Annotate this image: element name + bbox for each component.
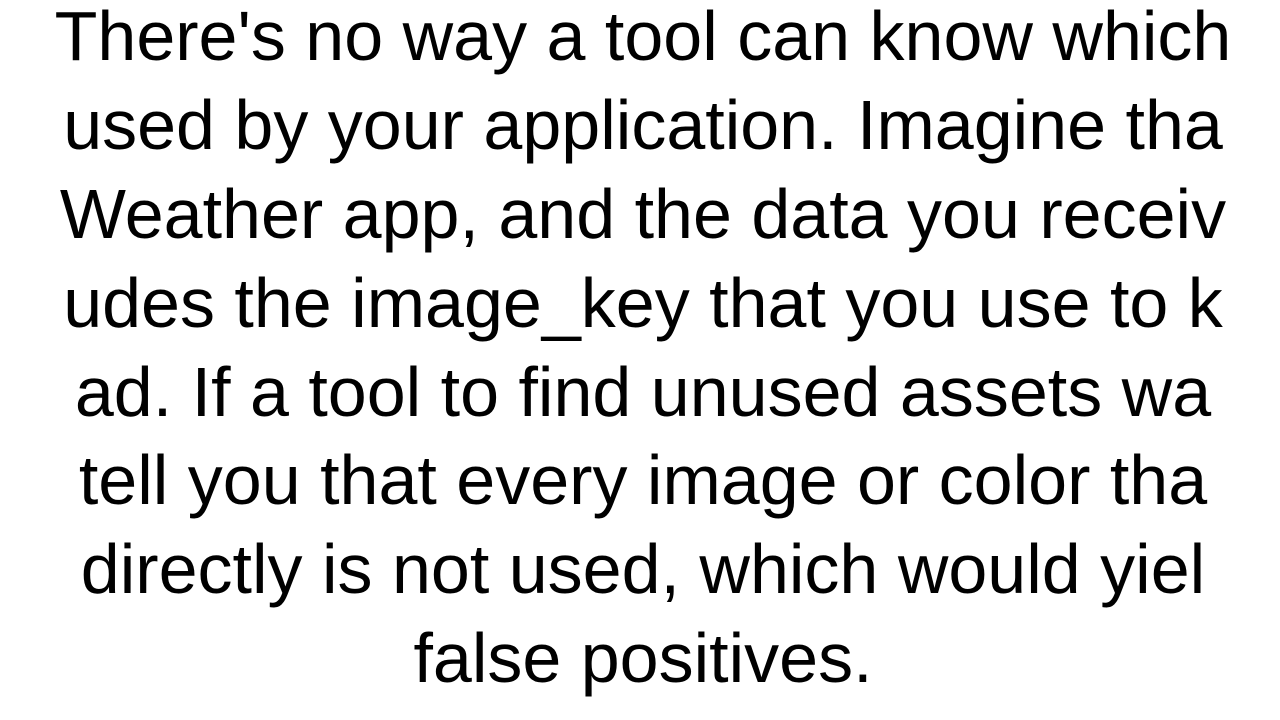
body-text-paragraph: There's no way a tool can know which use… xyxy=(0,0,1280,703)
